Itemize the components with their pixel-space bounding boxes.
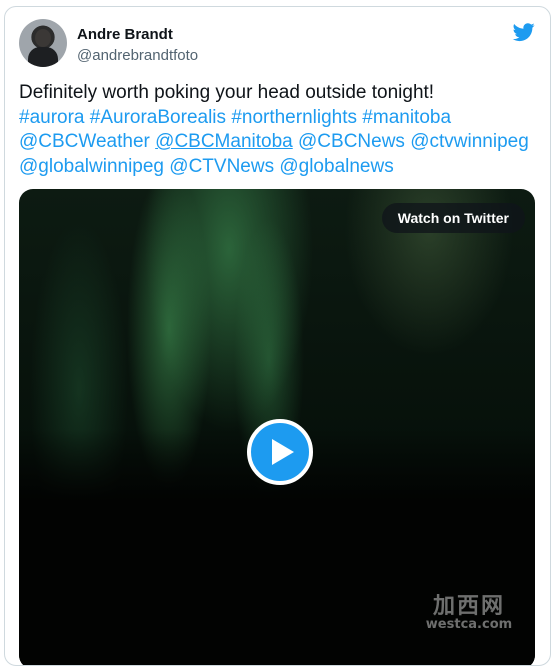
play-icon — [271, 439, 294, 465]
tweet-card: Andre Brandt @andrebrandtfoto Definitely… — [4, 6, 551, 666]
mention-link[interactable]: @CBCWeather — [19, 131, 150, 152]
watermark-en: westca.com — [425, 617, 513, 632]
mention-link[interactable]: @CBCNews — [298, 131, 405, 152]
hashtag-link[interactable]: #aurora — [19, 107, 85, 128]
mention-link[interactable]: @globalwinnipeg — [19, 156, 164, 177]
hashtag-row: #aurora #AuroraBorealis #northernlights … — [19, 106, 539, 131]
mention-link[interactable]: @CTVNews — [169, 156, 274, 177]
watch-on-twitter-button[interactable]: Watch on Twitter — [381, 203, 525, 233]
hashtag-link[interactable]: #manitoba — [362, 107, 451, 128]
hashtag-link[interactable]: #AuroraBorealis — [90, 107, 226, 128]
mention-link[interactable]: @CBCManitoba — [155, 131, 293, 152]
author-handle[interactable]: @andrebrandtfoto — [77, 47, 198, 64]
mention-row: @CBCWeather @CBCManitoba @CBCNews @ctvwi… — [19, 130, 539, 155]
tweet-header: Andre Brandt @andrebrandtfoto — [19, 19, 536, 67]
twitter-bird-icon[interactable] — [512, 21, 536, 43]
hashtag-link[interactable]: #northernlights — [231, 107, 357, 128]
play-button[interactable] — [247, 419, 313, 485]
author-name[interactable]: Andre Brandt — [77, 26, 173, 43]
avatar[interactable] — [19, 19, 67, 67]
watermark-cn: 加西网 — [432, 594, 505, 619]
watermark-logo: 加西网 westca.com — [414, 596, 524, 634]
tweet-text-line: Definitely worth poking your head outsid… — [19, 82, 435, 103]
tweet-text: Definitely worth poking your head outsid… — [19, 81, 539, 179]
mention-link[interactable]: @ctvwinnipeg — [410, 131, 529, 152]
avatar-face — [35, 29, 51, 47]
avatar-body — [28, 47, 58, 67]
mention-row: @globalwinnipeg @CTVNews @globalnews — [19, 155, 539, 180]
mention-link[interactable]: @globalnews — [279, 156, 393, 177]
